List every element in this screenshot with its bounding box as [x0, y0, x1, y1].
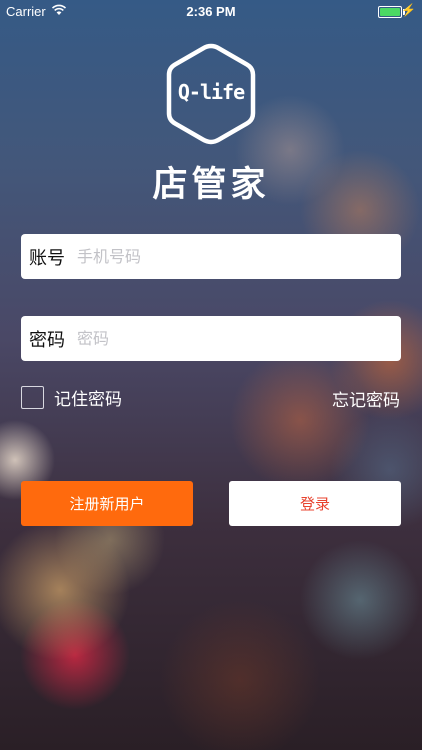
password-field[interactable]: 密码: [21, 316, 401, 361]
battery-icon: [378, 6, 405, 18]
account-input[interactable]: [77, 247, 401, 266]
password-label: 密码: [29, 329, 65, 351]
account-field[interactable]: 账号: [21, 234, 401, 279]
forgot-password-link[interactable]: 忘记密码: [332, 386, 400, 411]
remember-checkbox[interactable]: [21, 385, 44, 409]
password-input[interactable]: [77, 329, 401, 348]
remember-password[interactable]: 记住密码: [21, 384, 122, 410]
register-button[interactable]: 注册新用户: [21, 481, 193, 526]
logo-text: Q-life: [177, 80, 245, 104]
status-bar: Carrier 2:36 PM ⚡: [0, 0, 422, 22]
login-button[interactable]: 登录: [229, 481, 401, 526]
remember-label: 记住密码: [54, 389, 122, 410]
battery-fill: [380, 8, 400, 16]
q-life-logo: Q-life: [165, 42, 257, 146]
clock: 2:36 PM: [186, 4, 236, 19]
app-name: 店管家: [152, 165, 270, 205]
charging-bolt-icon: ⚡: [401, 3, 416, 17]
account-label: 账号: [29, 247, 65, 269]
